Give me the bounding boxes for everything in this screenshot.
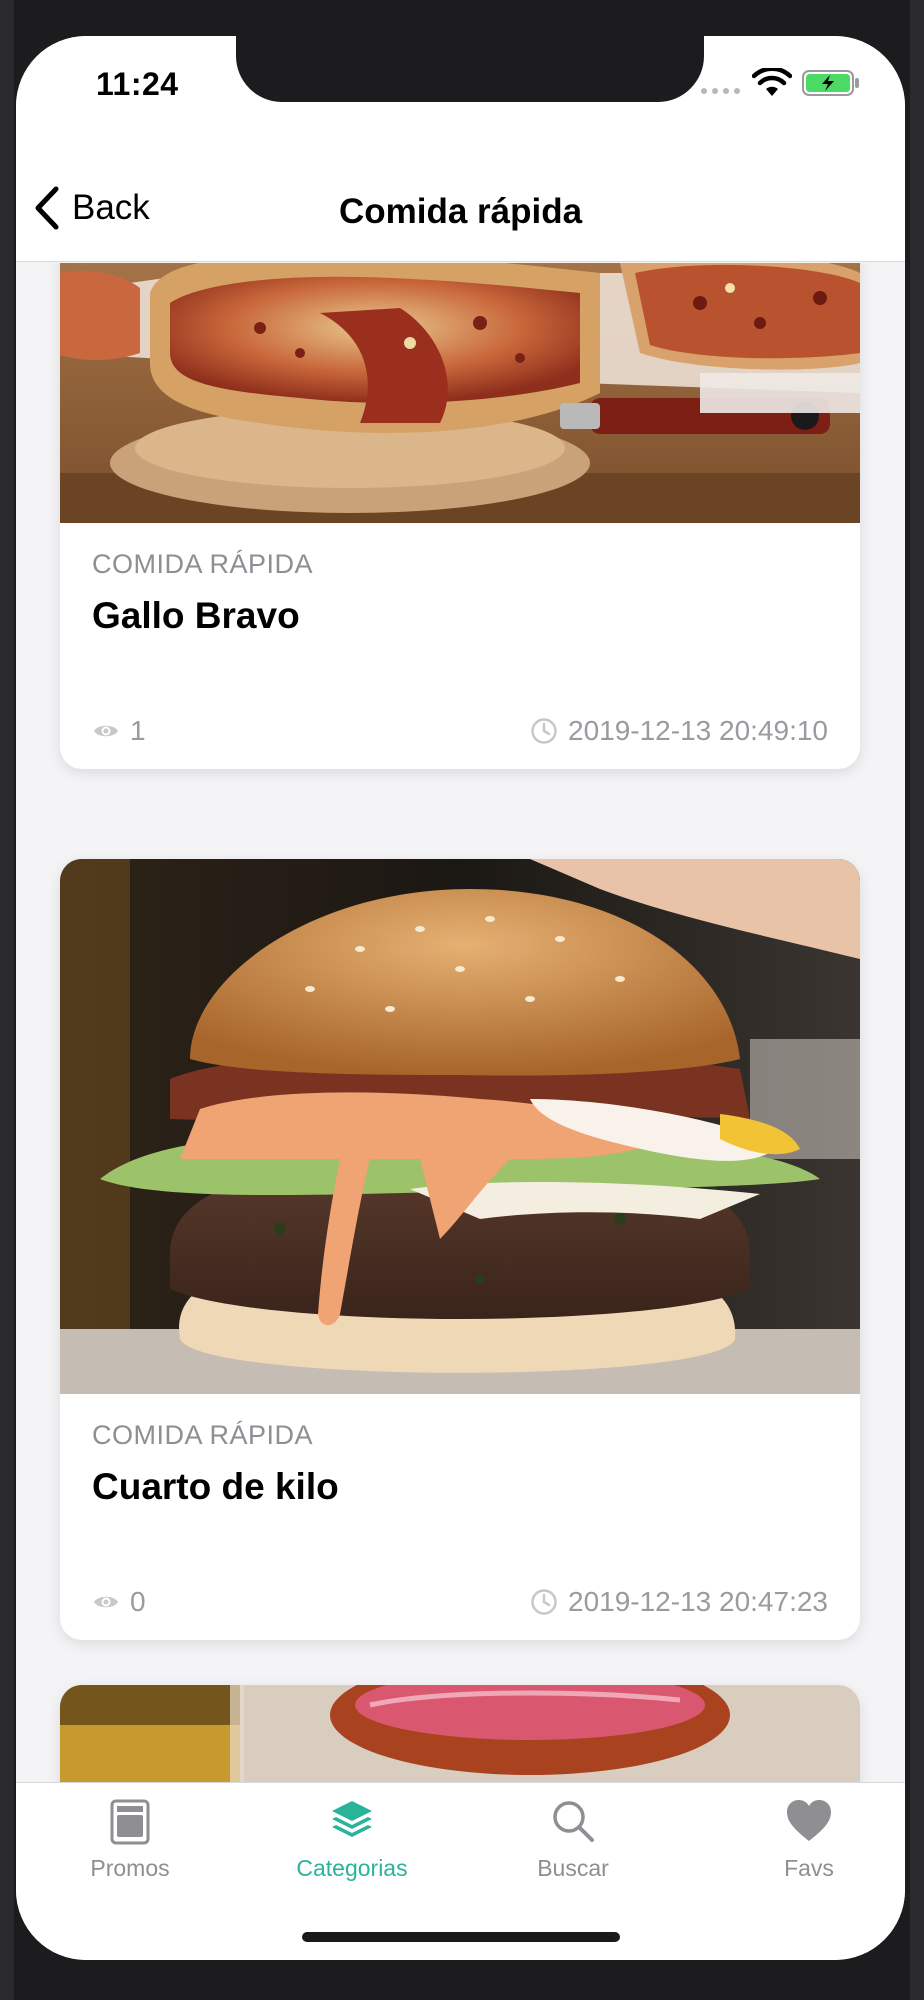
- restaurant-list[interactable]: COMIDA RÁPIDA Gallo Bravo 1 2019-12-13 2…: [16, 263, 905, 1813]
- wifi-icon: [752, 68, 792, 96]
- clock-icon: [531, 1589, 557, 1615]
- device-edge-right: [910, 0, 924, 2000]
- heart-icon: [787, 1800, 831, 1841]
- views-value: 0: [130, 1586, 146, 1617]
- eye-icon: [94, 725, 118, 737]
- restaurant-title: Gallo Bravo: [92, 595, 300, 636]
- tab-categorias[interactable]: Categorias: [262, 1797, 442, 1907]
- card-body: COMIDA RÁPIDA Gallo Bravo 1 2019-12-13 2…: [60, 523, 860, 769]
- cellular-signal-icon: [701, 88, 740, 94]
- eye-icon: [94, 1596, 118, 1608]
- status-bar: 11:24: [16, 36, 905, 156]
- tab-favs[interactable]: Favs: [719, 1797, 899, 1907]
- tab-promos[interactable]: Promos: [40, 1797, 220, 1907]
- search-icon: [553, 1801, 594, 1842]
- device-frame: 11:24 Back Comida rápida COMIDA RÁPIDA G…: [0, 0, 924, 2000]
- burger-photo: [60, 859, 860, 1394]
- datetime-value: 2019-12-13 20:49:10: [568, 715, 828, 746]
- pizza-photo: [60, 263, 860, 523]
- timestamp: 2019-12-13 20:49:10: [530, 715, 828, 747]
- card-meta: 0 2019-12-13 20:47:23: [92, 1584, 828, 1620]
- home-indicator[interactable]: [302, 1932, 620, 1942]
- clock-icon: [531, 718, 557, 744]
- views-value: 1: [130, 715, 146, 746]
- tab-favs-label: Favs: [784, 1855, 834, 1881]
- datetime-value: 2019-12-13 20:47:23: [568, 1586, 828, 1617]
- restaurant-title: Cuarto de kilo: [92, 1466, 339, 1507]
- page-title: Comida rápida: [338, 192, 583, 231]
- card-body: COMIDA RÁPIDA Cuarto de kilo 0 2019-12-1…: [60, 1394, 860, 1640]
- promos-icon: [110, 1799, 150, 1845]
- category-label: COMIDA RÁPIDA: [92, 549, 314, 579]
- burger-image: [60, 859, 860, 1394]
- pizza-image: [60, 263, 860, 523]
- device-edge-left: [0, 0, 14, 2000]
- battery-charging-icon: [802, 70, 859, 96]
- navigation-bar: Back Comida rápida: [16, 156, 905, 262]
- card-meta: 1 2019-12-13 20:49:10: [92, 713, 828, 749]
- views-count: 0: [92, 1586, 146, 1618]
- list-item[interactable]: COMIDA RÁPIDA Gallo Bravo 1 2019-12-13 2…: [60, 263, 860, 769]
- tab-promos-label: Promos: [90, 1855, 170, 1881]
- list-item[interactable]: COMIDA RÁPIDA Cuarto de kilo 0 2019-12-1…: [60, 859, 860, 1640]
- notch: [236, 36, 704, 102]
- layers-icon: [332, 1801, 372, 1837]
- views-count: 1: [92, 715, 146, 747]
- tab-buscar[interactable]: Buscar: [483, 1797, 663, 1907]
- status-time: 11:24: [96, 66, 179, 102]
- tab-buscar-label: Buscar: [537, 1855, 609, 1881]
- tab-categorias-label: Categorias: [296, 1855, 408, 1881]
- category-label: COMIDA RÁPIDA: [92, 1420, 314, 1450]
- timestamp: 2019-12-13 20:47:23: [530, 1586, 828, 1618]
- screen: 11:24 Back Comida rápida COMIDA RÁPIDA G…: [16, 36, 905, 1960]
